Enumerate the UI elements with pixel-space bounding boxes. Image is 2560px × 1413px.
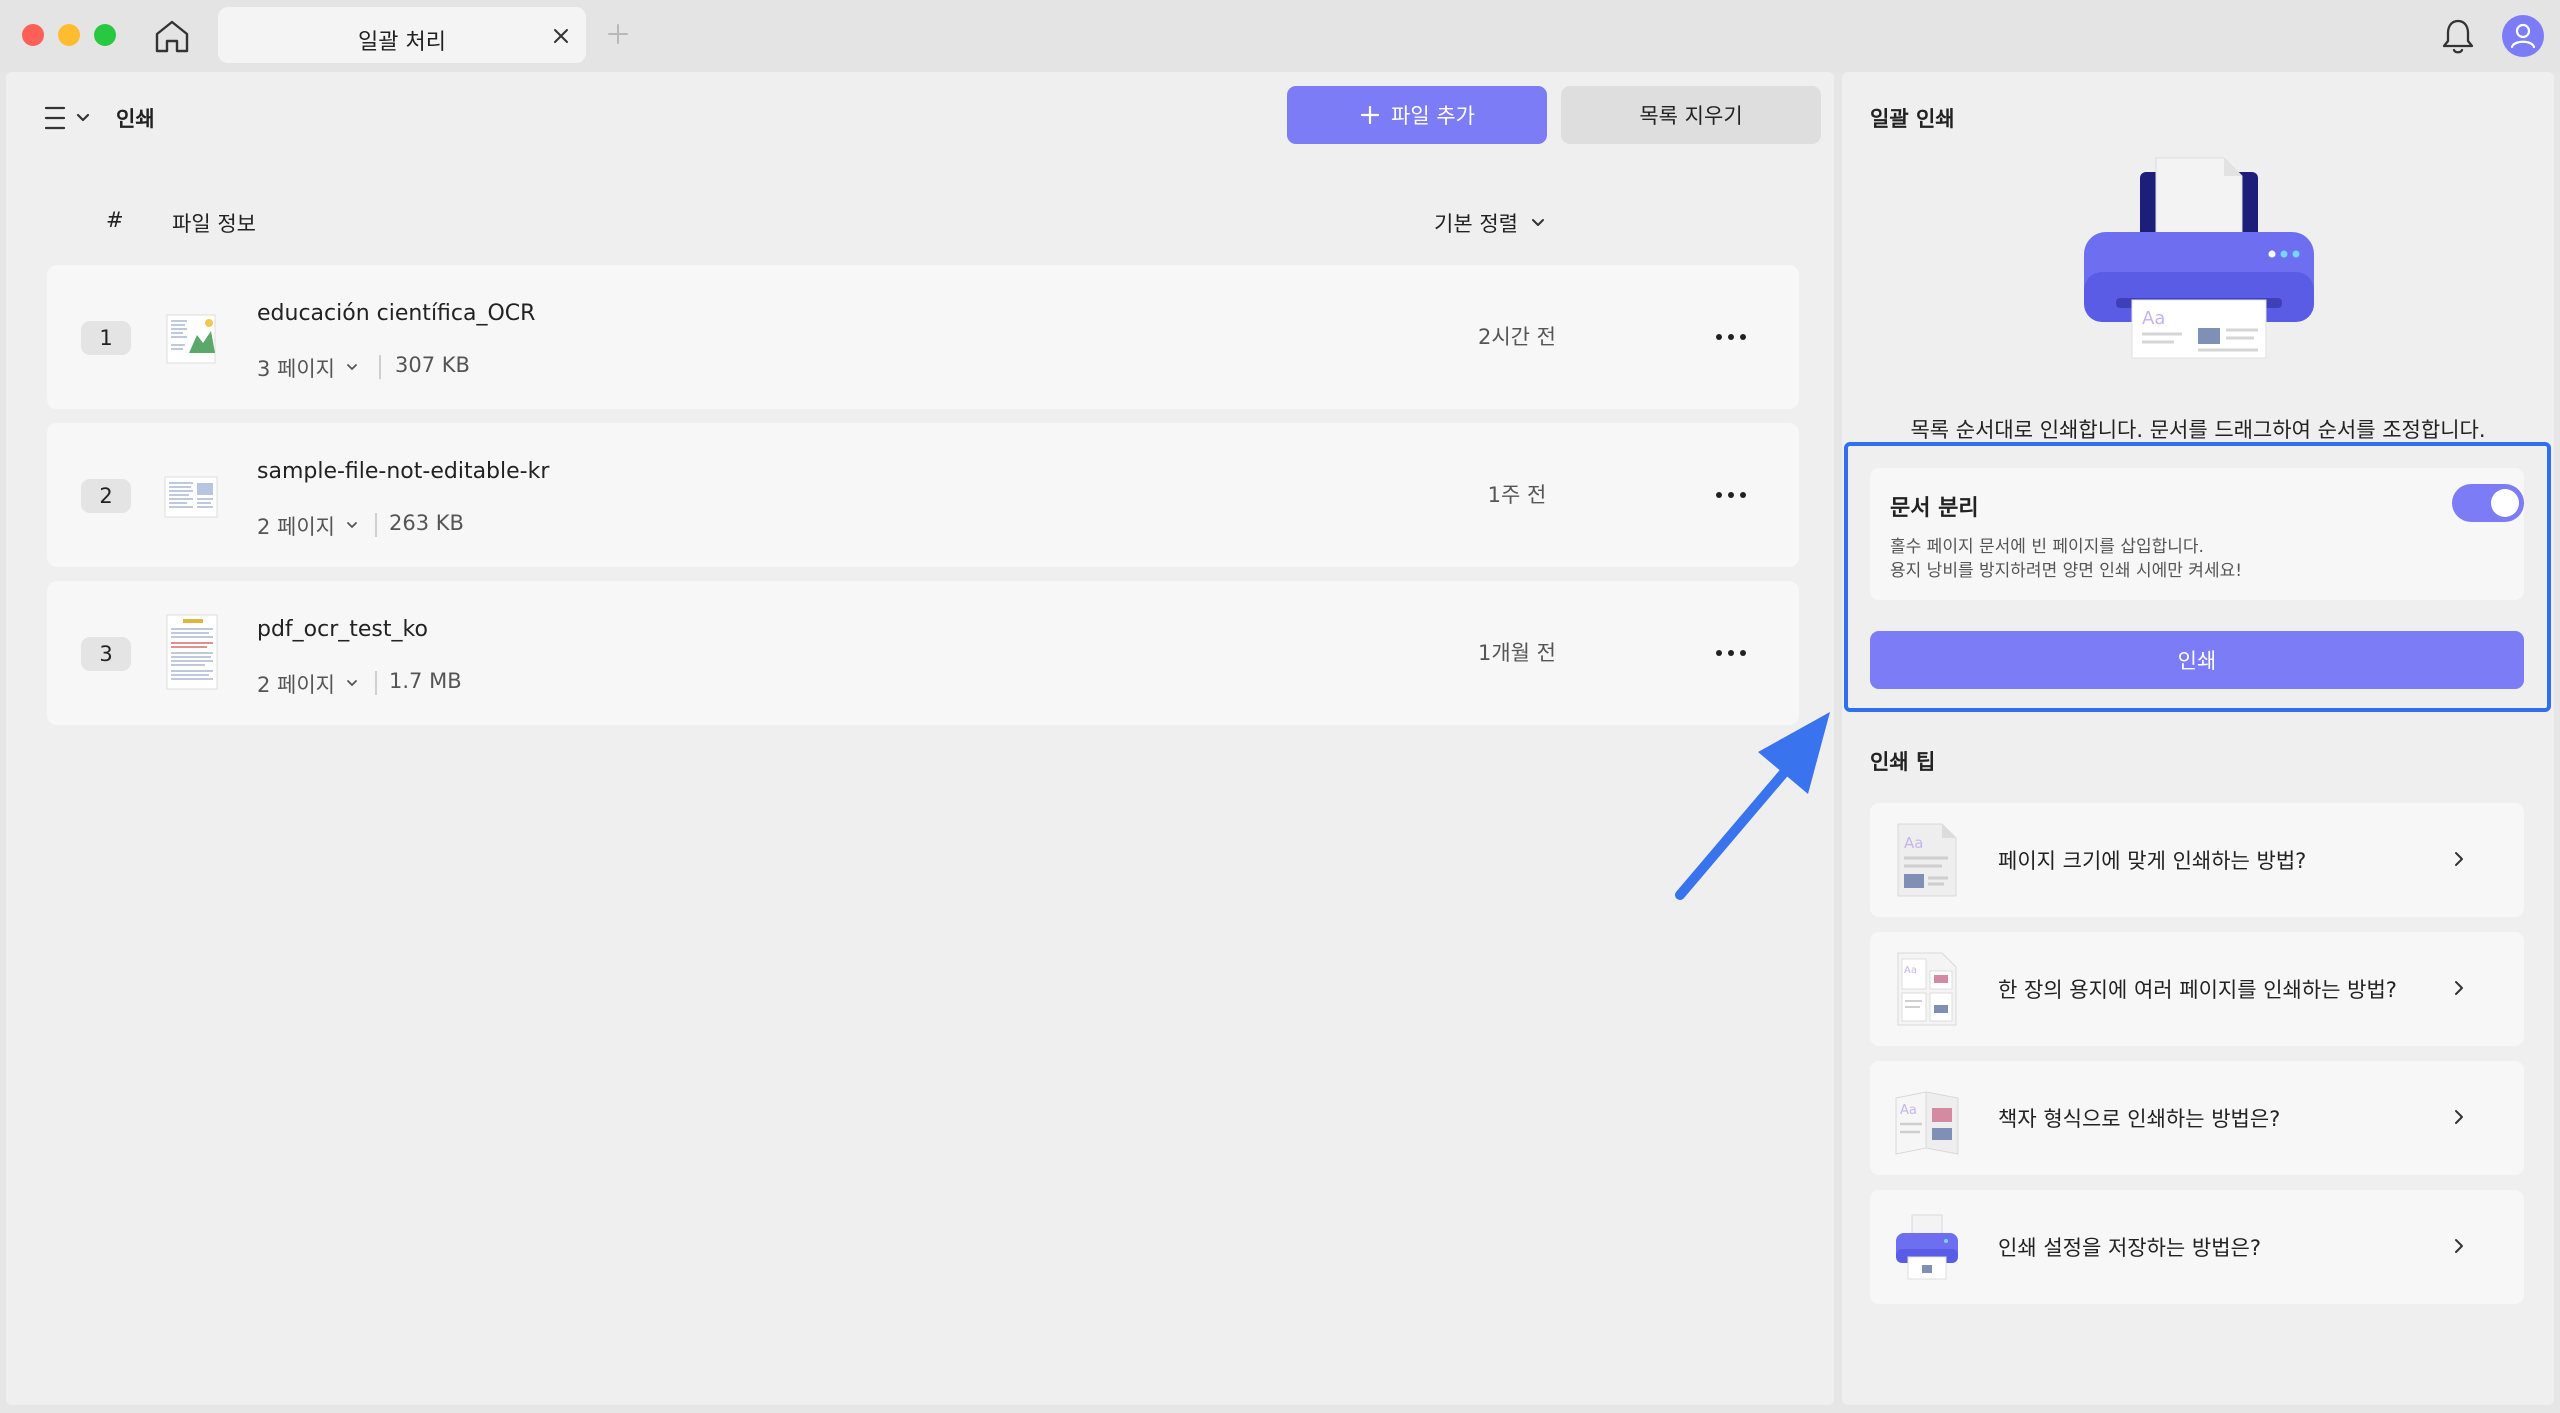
file-list-panel: 인쇄 파일 추가 목록 지우기 # 파일 정보 기본 정렬 1 educació… xyxy=(6,72,1834,1405)
chevron-down-icon xyxy=(347,364,357,371)
row-number: 3 xyxy=(81,637,131,671)
page-count: 3 페이지 xyxy=(257,357,335,381)
file-time: 1주 전 xyxy=(1487,483,1547,507)
table-row[interactable]: 2 sample-file-not-editable-kr 2 페이지 263 … xyxy=(47,423,1799,567)
svg-text:Aa: Aa xyxy=(1904,965,1917,976)
page-count-dropdown[interactable]: 2 페이지 xyxy=(257,669,359,699)
tip-item[interactable]: Aa 한 장의 용지에 여러 페이지를 인쇄하는 방법? xyxy=(1870,932,2524,1046)
page-count-dropdown[interactable]: 3 페이지 xyxy=(257,353,359,383)
file-thumbnail xyxy=(166,314,216,364)
svg-text:Aa: Aa xyxy=(1904,834,1923,852)
document-separate-hint: 용지 낭비를 방지하려면 양면 인쇄 시에만 켜세요! xyxy=(1890,561,2243,581)
chevron-right-icon xyxy=(2455,852,2463,866)
file-name: sample-file-not-editable-kr xyxy=(257,459,550,484)
more-options-icon[interactable] xyxy=(1711,483,1751,507)
multi-page-icon: Aa xyxy=(1897,952,1957,1026)
more-options-icon[interactable] xyxy=(1711,641,1751,665)
tip-label: 페이지 크기에 맞게 인쇄하는 방법? xyxy=(1998,849,2307,873)
clear-list-button[interactable]: 목록 지우기 xyxy=(1561,86,1821,144)
sort-dropdown[interactable]: 기본 정렬 xyxy=(1434,208,1546,238)
tip-label: 한 장의 용지에 여러 페이지를 인쇄하는 방법? xyxy=(1998,978,2397,1002)
add-file-button[interactable]: 파일 추가 xyxy=(1287,86,1547,144)
file-size: 1.7 MB xyxy=(389,669,462,693)
sort-label: 기본 정렬 xyxy=(1434,212,1518,236)
file-thumbnail xyxy=(166,614,218,690)
table-row[interactable]: 3 pdf_ocr_test_ko 2 페이지 1.7 MB 1개월 전 xyxy=(47,581,1799,725)
avatar[interactable] xyxy=(2502,15,2544,57)
document-separate-card: 문서 분리 홀수 페이지 문서에 빈 페이지를 삽입합니다. 용지 낭비를 방지… xyxy=(1870,468,2524,600)
chevron-down-icon xyxy=(1531,219,1544,226)
column-header-file-info: 파일 정보 xyxy=(172,212,256,236)
zoom-window-button[interactable] xyxy=(94,24,116,46)
clear-list-label: 목록 지우기 xyxy=(1639,104,1743,128)
chevron-down-icon xyxy=(347,680,357,687)
page-title: 인쇄 xyxy=(116,107,155,131)
table-row[interactable]: 1 educación científica_OCR 3 페이지 307 KB … xyxy=(47,265,1799,409)
chevron-right-icon xyxy=(2455,1110,2463,1124)
printer-icon xyxy=(1896,1214,1958,1280)
printer-illustration-icon: Aa xyxy=(2084,157,2314,359)
close-icon[interactable] xyxy=(550,25,572,47)
tip-item[interactable]: 인쇄 설정을 저장하는 방법은? xyxy=(1870,1190,2524,1304)
divider xyxy=(375,513,377,537)
chevron-right-icon xyxy=(2455,1239,2463,1253)
title-bar: 일괄 처리 xyxy=(0,0,2560,72)
add-file-label: 파일 추가 xyxy=(1391,104,1475,128)
print-button[interactable]: 인쇄 xyxy=(1870,631,2524,689)
row-number: 1 xyxy=(81,321,131,355)
minimize-window-button[interactable] xyxy=(58,24,80,46)
document-separate-title: 문서 분리 xyxy=(1890,496,1979,521)
tip-item[interactable]: Aa 페이지 크기에 맞게 인쇄하는 방법? xyxy=(1870,803,2524,917)
more-options-icon[interactable] xyxy=(1711,325,1751,349)
home-icon[interactable] xyxy=(152,18,192,54)
tab-title: 일괄 처리 xyxy=(358,30,446,55)
user-icon xyxy=(2510,23,2536,49)
chevron-down-icon xyxy=(347,522,357,529)
divider xyxy=(375,671,377,695)
file-thumbnail xyxy=(164,476,218,518)
close-window-button[interactable] xyxy=(22,24,44,46)
batch-print-title: 일괄 인쇄 xyxy=(1870,107,1955,131)
plus-icon[interactable] xyxy=(604,20,632,48)
booklet-icon: Aa xyxy=(1895,1091,1959,1155)
tip-label: 책자 형식으로 인쇄하는 방법은? xyxy=(1998,1107,2281,1131)
plus-icon xyxy=(1360,105,1380,125)
print-tips-title: 인쇄 팁 xyxy=(1870,750,1936,774)
svg-text:Aa: Aa xyxy=(2142,308,2165,329)
file-time: 2시간 전 xyxy=(1478,325,1556,349)
svg-text:Aa: Aa xyxy=(1900,1103,1917,1118)
menu-icon[interactable] xyxy=(42,102,98,134)
divider xyxy=(379,355,381,379)
tip-item[interactable]: Aa 책자 형식으로 인쇄하는 방법은? xyxy=(1870,1061,2524,1175)
file-name: pdf_ocr_test_ko xyxy=(257,617,428,642)
page-count: 2 페이지 xyxy=(257,515,335,539)
file-size: 307 KB xyxy=(395,353,470,377)
document-separate-hint: 홀수 페이지 문서에 빈 페이지를 삽입합니다. xyxy=(1890,537,2204,557)
page-count: 2 페이지 xyxy=(257,673,335,697)
row-number: 2 xyxy=(81,479,131,513)
column-header-number: # xyxy=(106,208,124,232)
toggle-knob xyxy=(2491,489,2519,517)
file-time: 1개월 전 xyxy=(1478,641,1556,665)
bell-icon[interactable] xyxy=(2440,16,2476,56)
document-separate-toggle[interactable] xyxy=(2452,484,2524,522)
batch-print-panel: 일괄 인쇄 Aa 목록 순서대로 인쇄합니다. 문서를 드래그하여 순서를 조정… xyxy=(1842,72,2554,1405)
chevron-right-icon xyxy=(2455,981,2463,995)
file-name: educación científica_OCR xyxy=(257,301,536,326)
batch-print-description: 목록 순서대로 인쇄합니다. 문서를 드래그하여 순서를 조정합니다. xyxy=(1910,418,2486,442)
file-size: 263 KB xyxy=(389,511,464,535)
page-count-dropdown[interactable]: 2 페이지 xyxy=(257,511,359,541)
tip-label: 인쇄 설정을 저장하는 방법은? xyxy=(1998,1236,2262,1260)
print-label: 인쇄 xyxy=(2177,649,2217,673)
page-fit-icon: Aa xyxy=(1897,823,1957,897)
tab-batch-process[interactable]: 일괄 처리 xyxy=(218,7,586,63)
